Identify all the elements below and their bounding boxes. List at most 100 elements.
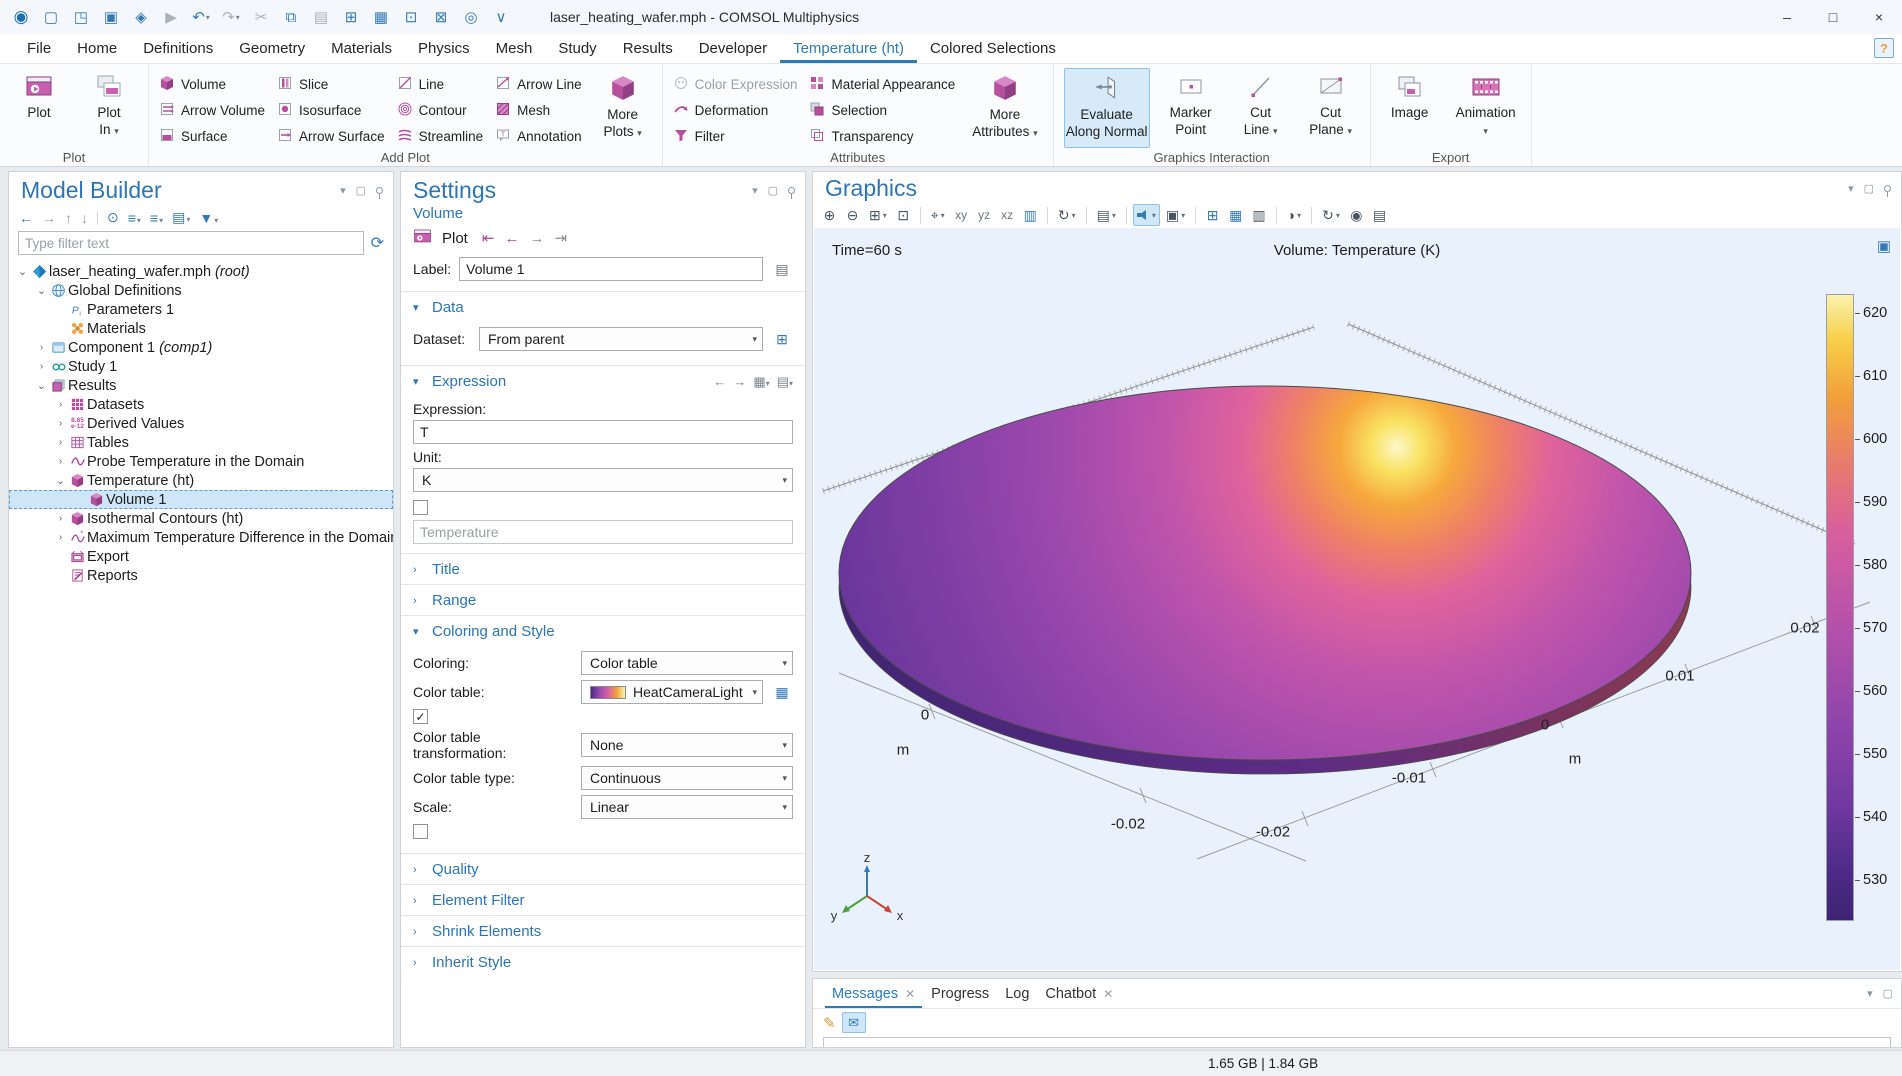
save-as-icon[interactable]: ◈ bbox=[128, 4, 154, 30]
sound-button[interactable]: ▾ bbox=[1133, 204, 1160, 226]
plot-windows-button[interactable]: ▣▾ bbox=[1162, 204, 1189, 226]
clear-selection-icon[interactable]: ⊠ bbox=[428, 4, 454, 30]
color-table-browse-icon[interactable]: ▦ bbox=[771, 681, 793, 703]
show-legends-button[interactable]: ▦ bbox=[1225, 204, 1246, 226]
image-export-settings-button[interactable]: ▤▾ bbox=[1093, 204, 1120, 226]
line-button[interactable]: Line bbox=[397, 74, 484, 94]
tab-definitions[interactable]: Definitions bbox=[130, 34, 226, 63]
messages-log-area[interactable] bbox=[823, 1037, 1891, 1048]
refresh-icon[interactable]: ⟳ bbox=[371, 233, 384, 253]
select-box-icon[interactable]: ⊡ bbox=[398, 4, 424, 30]
previous-expression-icon[interactable]: ← bbox=[713, 374, 726, 389]
help-button[interactable]: ? bbox=[1874, 38, 1894, 58]
more-commands-icon[interactable]: ∨ bbox=[488, 4, 514, 30]
filter-tree-icon[interactable]: ▼▾ bbox=[199, 210, 218, 226]
expand-tree-icon[interactable]: ≡▾ bbox=[128, 210, 141, 226]
section-header[interactable]: ›Element Filter bbox=[401, 885, 805, 915]
range-section-header[interactable]: › Range bbox=[401, 585, 805, 615]
search-icon[interactable]: ◎ bbox=[458, 4, 484, 30]
tree-item-study-1[interactable]: ›Study 1 bbox=[9, 357, 393, 376]
show-grid-button[interactable]: ⊞ bbox=[1202, 204, 1223, 226]
model-tree-nodes-icon[interactable]: ▤▾ bbox=[172, 209, 190, 226]
pin-icon[interactable] bbox=[788, 187, 795, 194]
panel-menu-icon[interactable]: ▾ bbox=[1848, 182, 1854, 195]
rename-icon[interactable]: ▤ bbox=[771, 258, 793, 280]
coloring-select[interactable]: Color table bbox=[581, 651, 793, 675]
redo-icon[interactable]: ↷▾ bbox=[218, 4, 244, 30]
slice-button[interactable]: Slice bbox=[277, 74, 385, 94]
tree-item-materials[interactable]: Materials bbox=[9, 319, 393, 338]
animation-button[interactable]: Animation ▾ bbox=[1451, 68, 1521, 148]
color-expression-button[interactable]: Color Expression bbox=[673, 74, 798, 94]
surface-button[interactable]: Surface bbox=[159, 126, 265, 146]
settings-plot-button[interactable]: Plot bbox=[442, 230, 468, 247]
image-button[interactable]: Image bbox=[1381, 68, 1439, 148]
tree-item-volume-1[interactable]: Volume 1 bbox=[9, 490, 393, 509]
plot-area[interactable]: z y x Time=60 s Volume: Temperature (K) … bbox=[814, 228, 1900, 970]
tab-developer[interactable]: Developer bbox=[686, 34, 780, 63]
label-input[interactable] bbox=[459, 257, 763, 281]
run-icon[interactable]: ▶ bbox=[158, 4, 184, 30]
last-plot-icon[interactable]: ⇥ bbox=[554, 229, 567, 247]
next-expression-icon[interactable]: → bbox=[733, 374, 746, 389]
open-icon[interactable]: ◳ bbox=[68, 4, 94, 30]
scene-environment-button[interactable]: ◑▾ bbox=[1283, 204, 1305, 226]
scale-select[interactable]: Linear bbox=[581, 795, 793, 819]
float-panel-icon[interactable]: ▢ bbox=[1864, 182, 1874, 195]
tree-item-maximum-temperature-difference-in-the-domain[interactable]: ›*Maximum Temperature Difference in the … bbox=[9, 528, 393, 547]
move-down-icon[interactable]: ↓ bbox=[81, 210, 88, 226]
tab-mesh[interactable]: Mesh bbox=[483, 34, 546, 63]
transparency-button[interactable]: Transparency bbox=[809, 126, 955, 146]
cut-line-button[interactable]: CutLine ▾ bbox=[1232, 68, 1290, 148]
data-section-header[interactable]: ▾ Data bbox=[401, 292, 805, 322]
rotate-view-button[interactable]: ↻▾ bbox=[1054, 204, 1080, 226]
mesh-button[interactable]: Mesh bbox=[495, 100, 582, 120]
more-attributes-button[interactable]: MoreAttributes ▾ bbox=[967, 68, 1042, 148]
maximize-button[interactable]: □ bbox=[1810, 0, 1856, 34]
deformation-button[interactable]: Deformation bbox=[673, 100, 798, 120]
color-legend-checkbox[interactable]: ✓ bbox=[413, 709, 428, 724]
go-to-default-view-button[interactable]: ⌖▾ bbox=[927, 204, 949, 226]
view-yz-button[interactable]: yz bbox=[974, 204, 995, 226]
description-input[interactable] bbox=[413, 520, 793, 544]
contour-button[interactable]: Contour bbox=[397, 100, 484, 120]
wireframe-checkbox[interactable] bbox=[413, 824, 428, 839]
replace-expression-icon[interactable]: ▦▾ bbox=[753, 374, 769, 390]
tab-temperature-ht-[interactable]: Temperature (ht) bbox=[780, 34, 917, 63]
next-plot-icon[interactable]: → bbox=[529, 230, 544, 247]
description-checkbox[interactable] bbox=[413, 500, 428, 515]
arrow-line-button[interactable]: Arrow Line bbox=[495, 74, 582, 94]
chevron-down-icon[interactable]: ⌄ bbox=[34, 379, 49, 392]
tab-materials[interactable]: Materials bbox=[318, 34, 405, 63]
forward-icon[interactable]: → bbox=[42, 210, 56, 226]
tree-item-laser-heating-wafer-mph[interactable]: ⌄laser_heating_wafer.mph (root) bbox=[9, 262, 393, 281]
close-icon[interactable]: ✕ bbox=[905, 987, 915, 1001]
move-up-icon[interactable]: ↑ bbox=[65, 210, 72, 226]
volume-button[interactable]: Volume bbox=[159, 74, 265, 94]
show-on-new-message-toggle[interactable]: ✉ bbox=[842, 1012, 866, 1033]
zoom-out-button[interactable]: ⊖ bbox=[842, 204, 863, 226]
insert-expression-icon[interactable]: ▤▾ bbox=[777, 374, 793, 390]
evaluate-along-normal-button[interactable]: EvaluateAlong Normal bbox=[1064, 68, 1150, 148]
isosurface-button[interactable]: Isosurface bbox=[277, 100, 385, 120]
float-panel-icon[interactable]: ▢ bbox=[356, 184, 366, 197]
clear-messages-icon[interactable]: ✎ bbox=[823, 1014, 836, 1032]
tree-item-temperature-ht-[interactable]: ⌄Temperature (ht) bbox=[9, 471, 393, 490]
tree-item-global-definitions[interactable]: ⌄Global Definitions bbox=[9, 281, 393, 300]
tab-progress[interactable]: Progress bbox=[924, 979, 996, 1008]
plot-button[interactable]: Plot bbox=[10, 68, 68, 148]
chevron-down-icon[interactable]: ⌄ bbox=[34, 284, 49, 297]
filter-button[interactable]: Filter bbox=[673, 126, 798, 146]
tab-messages[interactable]: Messages✕ bbox=[825, 979, 922, 1008]
tab-geometry[interactable]: Geometry bbox=[226, 34, 318, 63]
chevron-right-icon[interactable]: › bbox=[53, 418, 68, 429]
chevron-right-icon[interactable]: › bbox=[34, 342, 49, 353]
tree-filter-input[interactable] bbox=[18, 231, 364, 255]
tree-item-tables[interactable]: ›Tables bbox=[9, 433, 393, 452]
marker-point-button[interactable]: MarkerPoint bbox=[1162, 68, 1220, 148]
tree-item-results[interactable]: ⌄Results bbox=[9, 376, 393, 395]
float-panel-icon[interactable]: ▢ bbox=[1883, 987, 1893, 1000]
plot-settings-icon[interactable]: ▣ bbox=[1877, 237, 1891, 255]
dataset-select[interactable]: From parent bbox=[479, 327, 763, 351]
chevron-down-icon[interactable]: ⌄ bbox=[15, 265, 30, 278]
